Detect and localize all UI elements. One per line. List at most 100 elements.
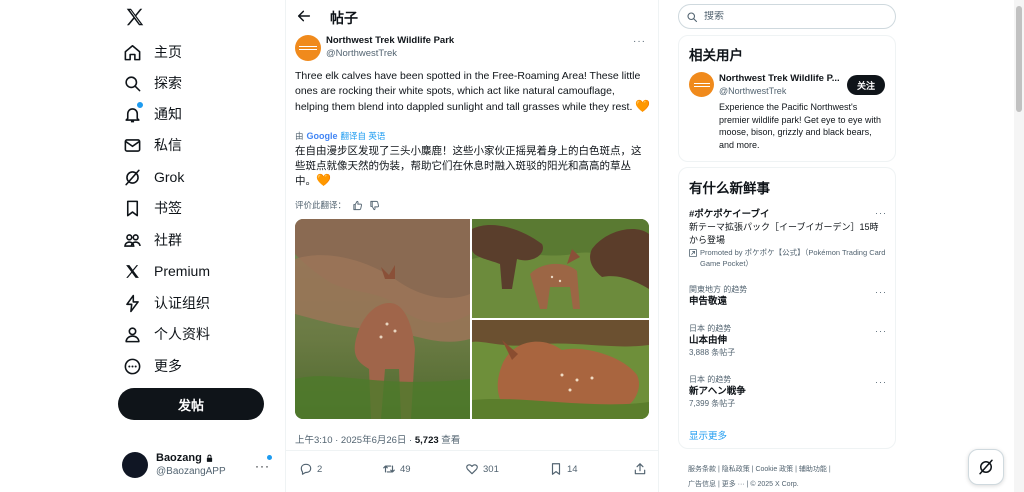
- elk-calf-photo-3[interactable]: [472, 320, 649, 419]
- more-horizontal-icon[interactable]: ···: [875, 287, 887, 297]
- follow-button[interactable]: 关注: [847, 75, 885, 95]
- footer-link-ads[interactable]: 广告信息: [688, 481, 716, 488]
- more-horizontal-icon[interactable]: ···: [875, 208, 887, 218]
- trend-item[interactable]: 日本 的趋势 新アヘン戦争 7,399 条帖子 ···: [689, 374, 887, 410]
- lock-icon: [205, 454, 214, 463]
- nav-item-communities[interactable]: 社群: [122, 225, 182, 255]
- nav-label-more: 更多: [154, 358, 182, 374]
- trend-post-count: 3,888 条帖子: [689, 348, 736, 357]
- thumbs-down-icon[interactable]: [369, 200, 380, 211]
- google-logo: Google: [306, 131, 338, 141]
- repost-icon: [382, 462, 396, 476]
- nav-label-explore: 探索: [154, 75, 182, 91]
- post-button[interactable]: 发帖: [118, 388, 264, 420]
- translation-attribution: 由 Google 翻译自 英语: [295, 130, 386, 142]
- avatar: [122, 452, 148, 478]
- nav-item-messages[interactable]: 私信: [122, 130, 182, 160]
- translated-text: 在自由漫步区发现了三头小麋鹿！这些小家伙正摇晃着身上的白色斑点，这些斑点就像天然…: [295, 145, 642, 187]
- post-header: 帖子: [286, 0, 658, 32]
- footer-link-cookies[interactable]: Cookie 政策: [755, 466, 793, 473]
- more-horizontal-icon[interactable]: ···: [633, 36, 646, 47]
- bookmark-icon: [549, 462, 563, 476]
- more-horizontal-icon[interactable]: ···: [875, 326, 887, 336]
- related-users-title: 相关用户: [689, 48, 743, 63]
- trend-name: 山本由伸: [689, 335, 728, 346]
- elk-calf-photo-1[interactable]: [295, 219, 470, 419]
- nav-label-messages: 私信: [154, 137, 182, 153]
- account-switcher[interactable]: Baozang @BaozangAPP ···: [122, 447, 282, 483]
- nav-label-home: 主页: [154, 44, 182, 60]
- trend-item[interactable]: #ポケポケイーブイ 新テーマ拡張パック［イーブイガーデン］15時から登場 Pro…: [689, 208, 887, 269]
- nav-item-bookmarks[interactable]: 书签: [122, 193, 182, 223]
- back-arrow-icon[interactable]: [296, 8, 312, 24]
- orange-heart-icon: 🧡: [316, 173, 331, 187]
- post-timestamp: 上午3:10 · 2025年6月26日 · 5,723 查看: [295, 435, 461, 446]
- scrollbar-thumb[interactable]: [1016, 6, 1022, 112]
- like-count: 301: [483, 463, 499, 475]
- author-name[interactable]: Northwest Trek Wildlife Park: [326, 35, 454, 46]
- nav-label-premium: Premium: [154, 263, 211, 279]
- orange-heart-icon: 🧡: [635, 99, 651, 113]
- left-navigation: 主页 探索 通知 私信 Grok 书签 社群 Premium 认证组织 个人资料…: [112, 0, 284, 492]
- related-user-name[interactable]: Northwest Trek Wildlife P...: [719, 73, 840, 84]
- nav-item-home[interactable]: 主页: [122, 37, 182, 67]
- post-detail-column: 帖子 Northwest Trek Wildlife Park @Northwe…: [285, 0, 659, 492]
- translated-from-link[interactable]: 翻译自 英语: [341, 130, 386, 142]
- trends-panel: 有什么新鲜事 #ポケポケイーブイ 新テーマ拡張パック［イーブイガーデン］15時か…: [678, 167, 896, 449]
- reply-button[interactable]: 2: [299, 462, 322, 476]
- thumbs-up-icon[interactable]: [352, 200, 363, 211]
- grok-floating-button[interactable]: [968, 449, 1004, 485]
- search-box[interactable]: [678, 4, 896, 29]
- reply-count: 2: [317, 463, 323, 475]
- more-circle-icon: [122, 356, 142, 376]
- footer-links: 服务条款 | 隐私政策 | Cookie 政策 | 辅助功能 | 广告信息 | …: [688, 466, 831, 488]
- x-logo-icon[interactable]: [124, 6, 146, 28]
- author-handle[interactable]: @NorthwestTrek: [326, 48, 397, 59]
- trend-item[interactable]: 関東地方 的趋势 申告敬遠 ···: [689, 284, 887, 308]
- search-icon: [122, 73, 142, 93]
- promoted-icon: [689, 249, 697, 269]
- bookmark-icon: [122, 198, 142, 218]
- copyright: © 2025 X Corp.: [750, 481, 799, 488]
- nav-label-bookmarks: 书签: [154, 200, 182, 216]
- page-scrollbar[interactable]: [1014, 0, 1024, 492]
- nav-label-profile: 个人资料: [154, 326, 210, 342]
- nav-item-verified-orgs[interactable]: 认证组织: [122, 288, 210, 318]
- show-more-link[interactable]: 显示更多: [689, 428, 727, 442]
- nav-item-grok[interactable]: Grok: [122, 162, 184, 192]
- more-horizontal-icon[interactable]: ···: [255, 459, 270, 473]
- more-horizontal-icon[interactable]: ···: [875, 377, 887, 387]
- trends-title: 有什么新鲜事: [689, 181, 770, 196]
- nav-item-profile[interactable]: 个人资料: [122, 319, 210, 349]
- related-user-avatar[interactable]: [689, 72, 714, 97]
- nav-item-notifications[interactable]: 通知: [122, 99, 182, 129]
- nav-item-explore[interactable]: 探索: [122, 68, 182, 98]
- related-user-handle[interactable]: @NorthwestTrek: [719, 86, 786, 96]
- bell-icon: [122, 101, 144, 124]
- footer-link-privacy[interactable]: 隐私政策: [722, 466, 750, 473]
- nav-item-premium[interactable]: Premium: [122, 256, 210, 286]
- account-name: Baozang: [156, 452, 202, 464]
- author-avatar[interactable]: [295, 35, 321, 61]
- heart-icon: [465, 462, 479, 476]
- nav-item-more[interactable]: 更多: [122, 351, 182, 381]
- account-handle: @BaozangAPP: [156, 466, 226, 477]
- footer-link-more[interactable]: 更多 ···: [722, 481, 745, 488]
- footer-link-terms[interactable]: 服务条款: [688, 466, 716, 473]
- search-icon: [686, 11, 698, 23]
- grok-icon: [122, 167, 142, 187]
- trend-item[interactable]: 日本 的趋势 山本由伸 3,888 条帖子 ···: [689, 323, 887, 359]
- lightning-icon: [122, 293, 142, 313]
- x-premium-icon: [122, 261, 142, 281]
- footer-link-accessibility[interactable]: 辅助功能: [799, 466, 827, 473]
- elk-calf-photo-2[interactable]: [472, 219, 649, 318]
- search-input[interactable]: [704, 11, 874, 22]
- repost-button[interactable]: 49: [382, 462, 411, 476]
- share-button[interactable]: [633, 462, 647, 476]
- like-button[interactable]: 301: [465, 462, 499, 476]
- repost-count: 49: [400, 463, 411, 475]
- trend-name: 申告敬遠: [689, 296, 728, 307]
- nav-label-grok: Grok: [154, 169, 185, 185]
- post-text: Three elk calves have been spotted in th…: [295, 70, 651, 113]
- bookmark-button[interactable]: 14: [549, 462, 578, 476]
